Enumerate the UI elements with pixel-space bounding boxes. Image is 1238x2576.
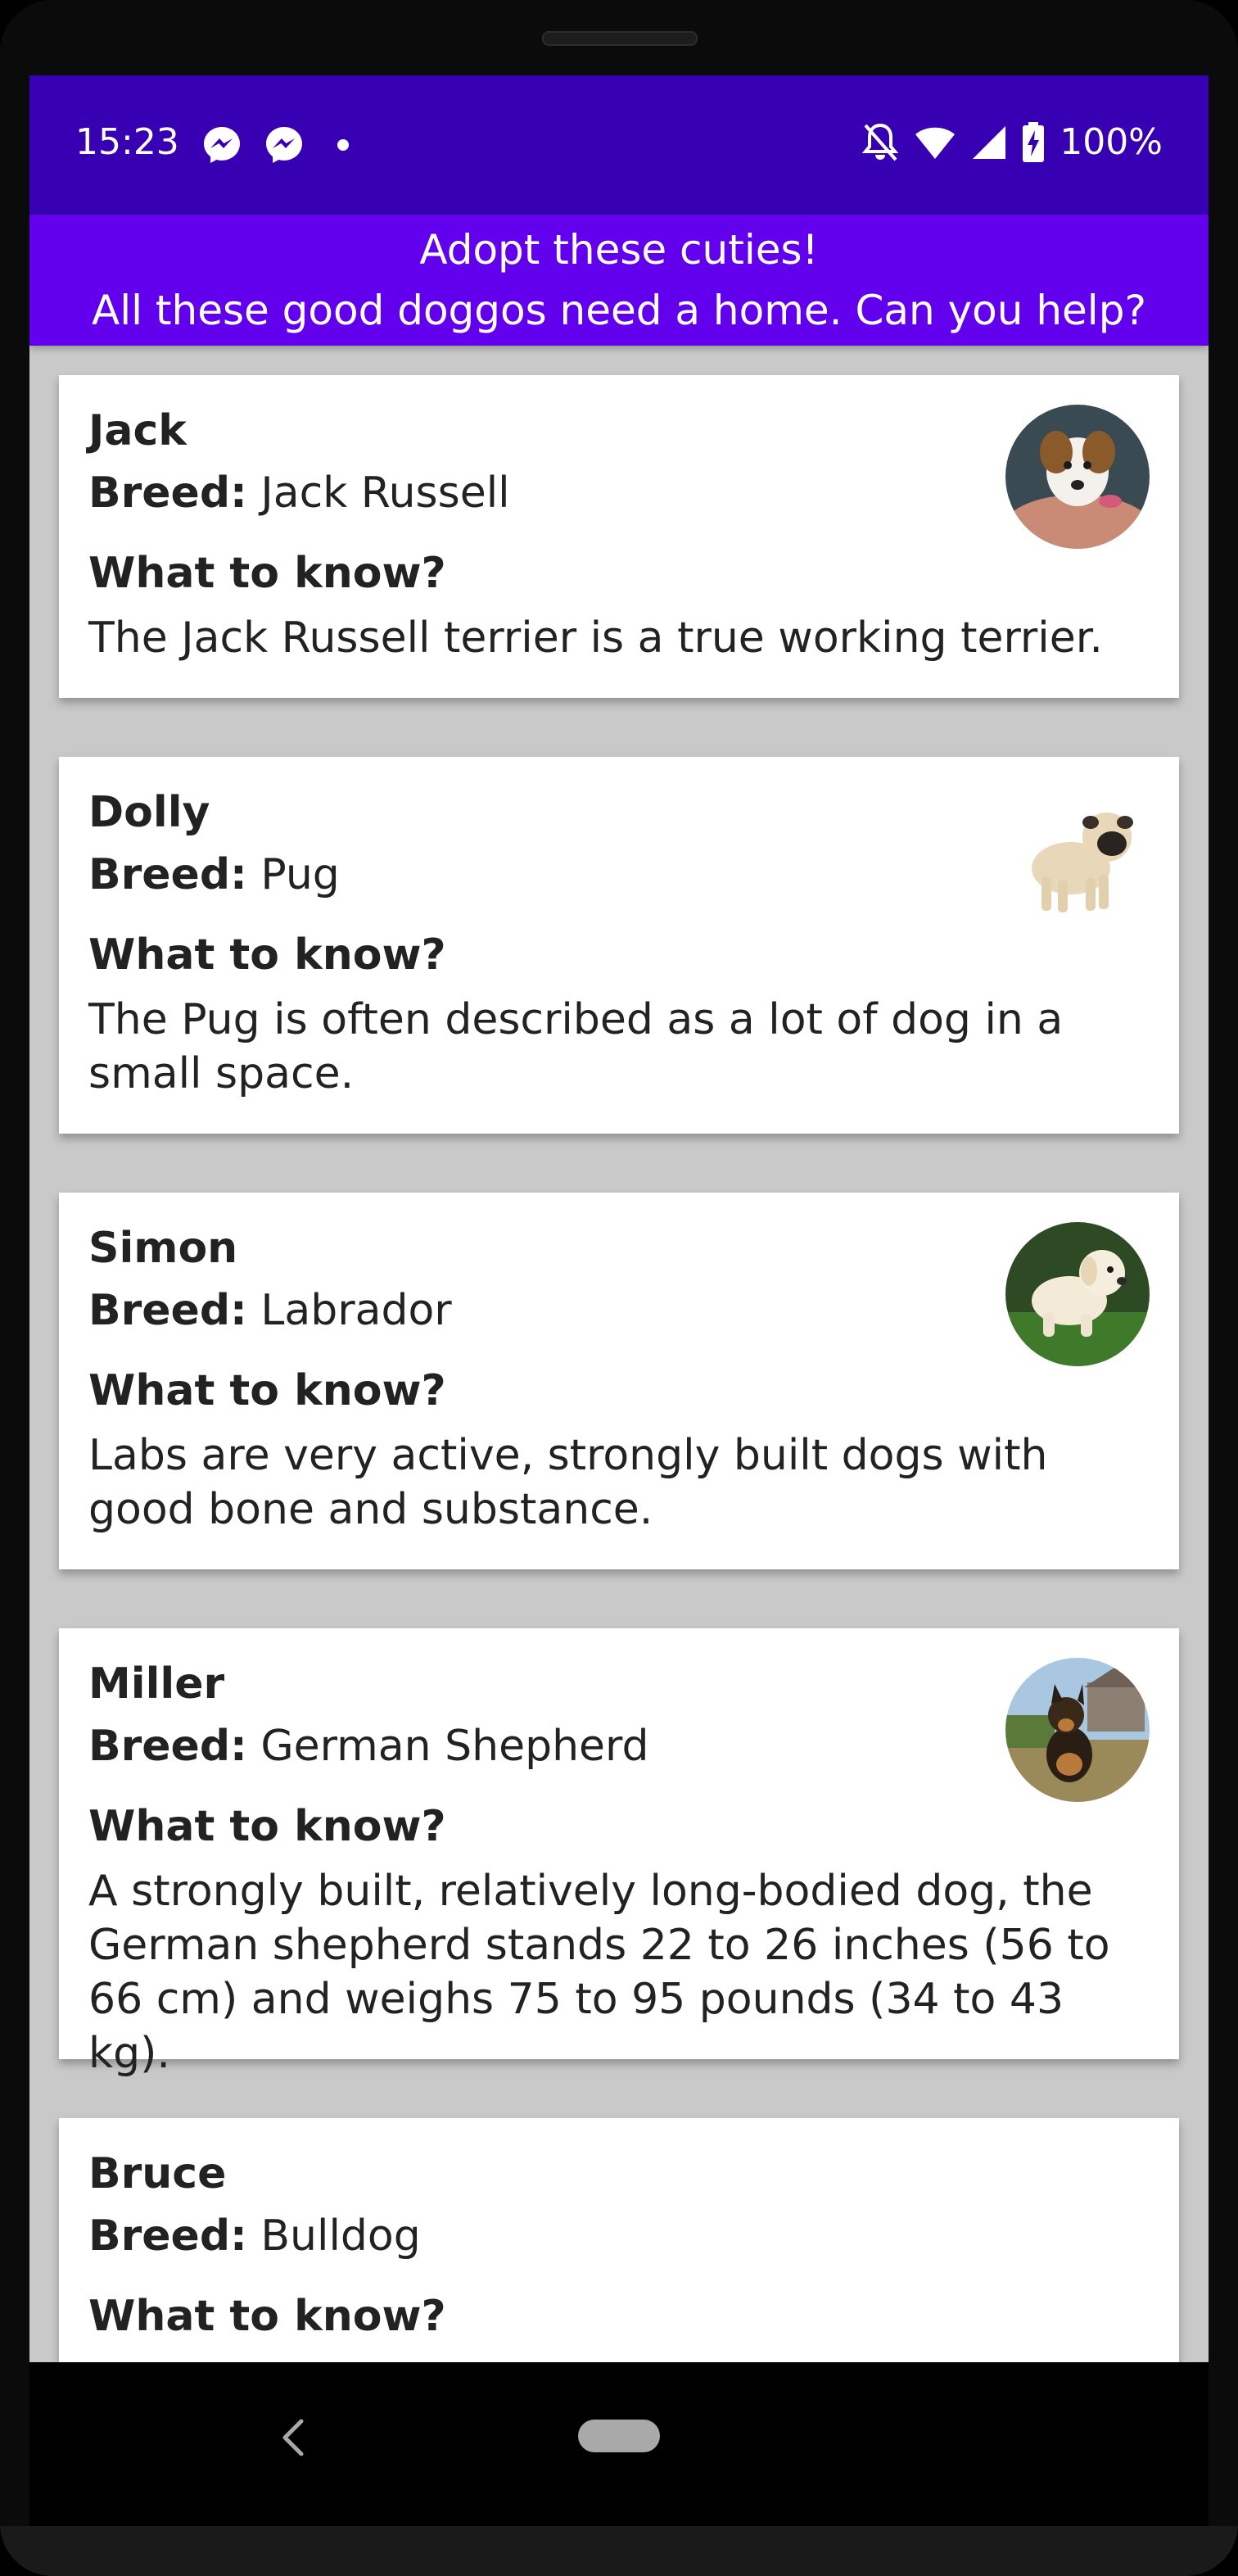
- dog-breed-row: Breed: German Shepherd: [88, 1722, 649, 1771]
- navigation-bar: [29, 2362, 1209, 2526]
- phone-device: 15:23 100% Adopt these cuties! All these…: [0, 0, 1238, 2576]
- dog-breed: Labrador: [260, 1286, 452, 1335]
- pug-puppy-photo: [1005, 786, 1150, 930]
- signal-icon: [973, 125, 1006, 159]
- messenger-icon: [204, 127, 240, 163]
- jack-russell-puppy-photo: [1005, 405, 1150, 549]
- breed-label: Breed:: [88, 850, 247, 899]
- what-to-know-label: What to know?: [88, 930, 446, 980]
- screen: 15:23 100% Adopt these cuties! All these…: [29, 75, 1209, 2362]
- dog-breed-row: Breed: Jack Russell: [88, 469, 510, 518]
- what-to-know-label: What to know?: [88, 1802, 446, 1851]
- header-title: Adopt these cuties!: [419, 226, 819, 274]
- breed-label: Breed:: [88, 2212, 247, 2261]
- dog-description: A strongly built, relatively long-bodied…: [88, 1867, 1110, 2078]
- dog-description: The Pug is often described as a lot of d…: [88, 995, 1064, 1098]
- notification-icons: [201, 124, 349, 165]
- back-icon[interactable]: [277, 2413, 310, 2462]
- home-pill-icon[interactable]: [578, 2420, 660, 2452]
- dog-card[interactable]: Dolly Breed: Pug What to know? The Pug i…: [59, 757, 1179, 1134]
- dog-card[interactable]: Simon Breed: Labrador What to know? Labs…: [59, 1193, 1179, 1569]
- wifi-icon: [915, 127, 956, 159]
- status-time: 15:23: [75, 121, 179, 163]
- dog-photo: [1005, 1658, 1150, 1802]
- dog-name: Miller: [88, 1659, 225, 1709]
- dog-name: Simon: [88, 1224, 238, 1273]
- dog-card[interactable]: Bruce Breed: Bulldog What to know?: [59, 2118, 1179, 2362]
- dog-card[interactable]: Miller Breed: German Shepherd What to kn…: [59, 1628, 1179, 2078]
- what-to-know-label: What to know?: [88, 1366, 446, 1415]
- header-subtitle: All these good doggos need a home. Can y…: [92, 287, 1146, 334]
- battery-charging-icon: [1023, 121, 1045, 162]
- german-shepherd-puppy-photo: [1005, 1658, 1150, 1802]
- dog-description: The Jack Russell terrier is a true worki…: [88, 613, 1103, 663]
- notification-dot-icon: [337, 139, 349, 151]
- dog-description: Labs are very active, strongly built dog…: [88, 1431, 1048, 1534]
- dog-breed-row: Breed: Pug: [88, 850, 340, 899]
- what-to-know-label: What to know?: [88, 2292, 446, 2341]
- status-bar: 15:23 100%: [29, 75, 1209, 215]
- dog-name: Bruce: [88, 2149, 227, 2198]
- dog-breed: German Shepherd: [260, 1722, 649, 1771]
- bottom-bezel: [0, 2526, 1238, 2576]
- dog-photo: [1005, 1222, 1150, 1366]
- labrador-puppy-photo: [1005, 1222, 1150, 1366]
- breed-label: Breed:: [88, 1722, 247, 1771]
- system-status-icons: 100%: [861, 121, 1163, 163]
- messenger-icon: [266, 127, 302, 163]
- speaker-grille: [542, 31, 698, 46]
- dog-card[interactable]: Jack Breed: Jack Russell What to know? T…: [59, 375, 1179, 698]
- bell-off-icon: [861, 123, 899, 161]
- dog-name: Dolly: [88, 788, 210, 837]
- app-header: Adopt these cuties! All these good doggo…: [29, 215, 1209, 346]
- battery-percent: 100%: [1060, 121, 1163, 163]
- dog-photo: [1005, 405, 1150, 549]
- dog-breed-row: Breed: Labrador: [88, 1286, 452, 1335]
- dog-photo: [1005, 786, 1150, 930]
- dog-breed: Bulldog: [260, 2212, 421, 2261]
- breed-label: Breed:: [88, 469, 247, 518]
- what-to-know-label: What to know?: [88, 549, 446, 598]
- dog-name: Jack: [88, 406, 187, 455]
- dog-breed: Jack Russell: [260, 469, 510, 518]
- dog-breed-row: Breed: Bulldog: [88, 2212, 421, 2261]
- breed-label: Breed:: [88, 1286, 247, 1335]
- dog-breed: Pug: [260, 850, 340, 899]
